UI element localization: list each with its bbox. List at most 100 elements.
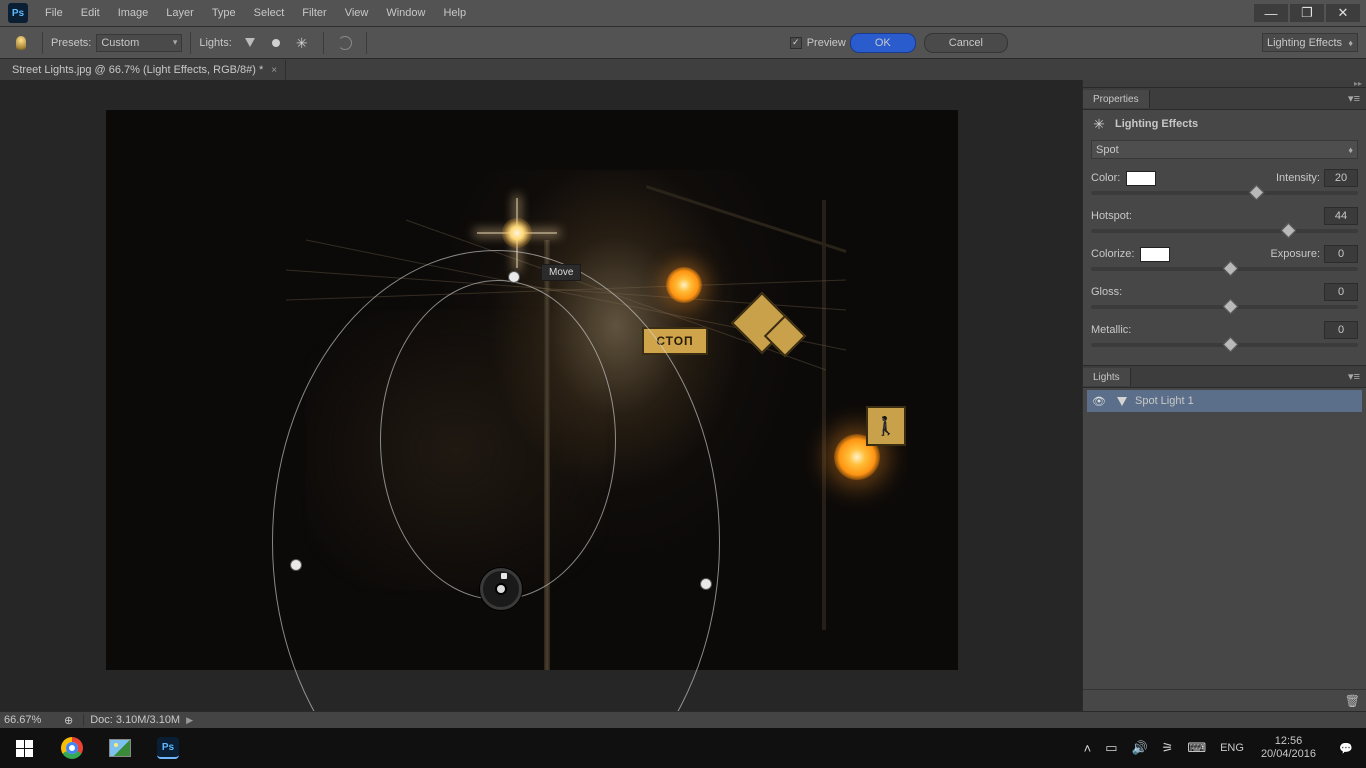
light-type-value: Spot (1096, 144, 1119, 156)
exposure-input[interactable]: 0 (1324, 245, 1358, 263)
exposure-slider[interactable] (1091, 267, 1358, 271)
taskbar-chrome[interactable] (48, 728, 96, 768)
document-tabs: Street Lights.jpg @ 66.7% (Light Effects… (0, 59, 1366, 80)
presets-value: Custom (101, 37, 139, 49)
properties-title: Lighting Effects (1115, 118, 1198, 130)
add-spot-light-button[interactable] (240, 33, 260, 53)
close-button[interactable]: ✕ (1326, 4, 1360, 22)
menu-type[interactable]: Type (203, 3, 245, 23)
minimize-button[interactable]: — (1254, 4, 1288, 22)
restore-button[interactable]: ❐ (1290, 4, 1324, 22)
presets-dropdown[interactable]: Custom ▾ (96, 34, 182, 52)
light-item-label: Spot Light 1 (1135, 395, 1194, 407)
intensity-slider[interactable] (1091, 191, 1358, 195)
visibility-icon[interactable]: 👁 (1091, 395, 1107, 408)
tool-bulb-icon[interactable] (11, 33, 31, 53)
clock[interactable]: 12:56 20/04/2016 (1251, 735, 1326, 761)
workspace-dropdown[interactable]: Lighting Effects ♦ (1262, 33, 1358, 52)
colorize-label: Colorize: (1091, 248, 1134, 260)
document-tab[interactable]: Street Lights.jpg @ 66.7% (Light Effects… (4, 60, 286, 80)
menu-layer[interactable]: Layer (157, 3, 203, 23)
reset-light-button[interactable] (335, 33, 355, 53)
panel-menu-icon[interactable]: ▾≡ (1342, 92, 1366, 105)
metallic-slider[interactable] (1091, 343, 1358, 347)
metallic-input[interactable]: 0 (1324, 321, 1358, 339)
light-handle-top[interactable] (509, 272, 519, 282)
gloss-label: Gloss: (1091, 286, 1122, 298)
menu-image[interactable]: Image (109, 3, 158, 23)
cancel-button[interactable]: Cancel (924, 33, 1008, 53)
start-button[interactable] (0, 728, 48, 768)
chevron-down-icon: ♦ (1348, 38, 1353, 48)
metallic-label: Metallic: (1091, 324, 1131, 336)
battery-icon[interactable]: ▭ (1098, 740, 1124, 756)
lighting-effects-icon: ✳ (1091, 116, 1107, 132)
color-label: Color: (1091, 172, 1120, 184)
hotspot-label: Hotspot: (1091, 210, 1132, 222)
taskbar-photoshop[interactable]: Ps (144, 728, 192, 768)
trash-icon[interactable]: 🗑 (1345, 694, 1360, 708)
keyboard-icon[interactable]: ⌨ (1180, 740, 1213, 756)
network-icon[interactable]: ⚞ (1155, 740, 1181, 756)
preview-checkbox[interactable] (790, 37, 802, 49)
menu-view[interactable]: View (336, 3, 378, 23)
gloss-input[interactable]: 0 (1324, 283, 1358, 301)
light-inner-ellipse[interactable] (380, 280, 616, 600)
menu-edit[interactable]: Edit (72, 3, 109, 23)
intensity-input[interactable]: 20 (1324, 169, 1358, 187)
menu-bar: Ps File Edit Image Layer Type Select Fil… (0, 0, 1366, 27)
canvas-area[interactable]: СТОП Move (0, 80, 1082, 711)
tray-overflow-icon[interactable]: ˄ (1077, 741, 1099, 756)
clock-time: 12:56 (1261, 735, 1316, 748)
light-list-item[interactable]: 👁 Spot Light 1 (1087, 390, 1362, 412)
zoom-value[interactable]: 66.67% (4, 714, 60, 726)
app-logo: Ps (8, 3, 28, 23)
taskbar-photos[interactable] (96, 728, 144, 768)
ok-button[interactable]: OK (850, 33, 916, 53)
properties-tab[interactable]: Properties (1083, 90, 1150, 108)
exposure-label: Exposure: (1270, 248, 1320, 260)
windows-taskbar: Ps ˄ ▭ 🔊 ⚞ ⌨ ENG 12:56 20/04/2016 💬 (0, 728, 1366, 768)
light-handle-left[interactable] (291, 560, 301, 570)
tooltip: Move (541, 264, 581, 281)
menu-file[interactable]: File (36, 3, 72, 23)
hotspot-input[interactable]: 44 (1324, 207, 1358, 225)
options-bar: Presets: Custom ▾ Lights: ✳ Preview OK C… (0, 27, 1366, 59)
system-tray: ˄ ▭ 🔊 ⚞ ⌨ ENG 12:56 20/04/2016 💬 (1077, 728, 1366, 768)
color-swatch[interactable] (1126, 171, 1156, 186)
language-indicator[interactable]: ENG (1213, 742, 1251, 754)
add-point-light-button[interactable] (266, 33, 286, 53)
status-flyout-icon[interactable]: ▶ (186, 715, 193, 726)
chevron-down-icon: ▾ (173, 37, 178, 48)
clock-date: 20/04/2016 (1261, 748, 1316, 761)
volume-icon[interactable]: 🔊 (1124, 740, 1154, 756)
menu-filter[interactable]: Filter (293, 3, 335, 23)
status-bar: 66.67% ⊕ Doc: 3.10M/3.10M ▶ (0, 711, 1366, 728)
close-tab-icon[interactable]: × (271, 65, 277, 76)
properties-panel: ✳ Lighting Effects Spot ♦ Color: Intensi… (1083, 110, 1366, 365)
menu-window[interactable]: Window (377, 3, 434, 23)
add-infinite-light-button[interactable]: ✳ (292, 33, 312, 53)
colorize-swatch[interactable] (1140, 247, 1170, 262)
pedestrian-sign (866, 406, 906, 446)
right-panels: ▸▸ Properties ▾≡ ✳ Lighting Effects Spot… (1082, 80, 1366, 711)
action-center-icon[interactable]: 💬 (1326, 728, 1366, 768)
document-tab-title: Street Lights.jpg @ 66.7% (Light Effects… (12, 64, 263, 76)
panel-collapse-icon[interactable]: ▸▸ (1083, 80, 1366, 88)
app-logo-text: Ps (12, 8, 24, 19)
light-center-handle[interactable] (480, 568, 522, 610)
lights-label: Lights: (199, 37, 231, 49)
light-type-dropdown[interactable]: Spot ♦ (1091, 140, 1358, 159)
workspace-value: Lighting Effects (1267, 37, 1342, 49)
menu-help[interactable]: Help (434, 3, 475, 23)
gloss-slider[interactable] (1091, 305, 1358, 309)
chevron-down-icon: ♦ (1348, 145, 1353, 155)
menu-select[interactable]: Select (245, 3, 294, 23)
light-handle-right[interactable] (701, 579, 711, 589)
lights-tab[interactable]: Lights (1083, 368, 1131, 386)
preview-label: Preview (807, 37, 846, 49)
lights-panel: Lights ▾≡ 👁 Spot Light 1 🗑 (1083, 365, 1366, 711)
status-info-icon[interactable]: ⊕ (64, 714, 73, 727)
panel-menu-icon[interactable]: ▾≡ (1342, 370, 1366, 383)
hotspot-slider[interactable] (1091, 229, 1358, 233)
